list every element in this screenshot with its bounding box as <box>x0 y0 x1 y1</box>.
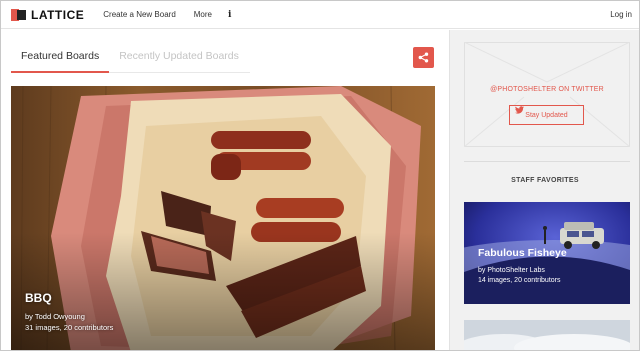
sidebar: @PHOTOSHELTER ON TWITTER Stay Updated ST… <box>449 30 639 350</box>
twitter-bird-icon <box>515 106 524 114</box>
create-board-link[interactable]: Create a New Board <box>103 10 175 19</box>
stay-updated-button[interactable]: Stay Updated <box>509 105 584 125</box>
board-title: BBQ <box>25 291 52 305</box>
tab-featured-boards[interactable]: Featured Boards <box>11 46 110 73</box>
top-nav: LATTICE Create a New Board More i Log in <box>1 1 639 29</box>
app-frame: LATTICE Create a New Board More i Log in… <box>0 0 640 351</box>
envelope-graphic <box>464 42 630 147</box>
brand-name: LATTICE <box>31 7 85 22</box>
clouds-photo <box>464 320 630 350</box>
favorite-stats: 14 images, 20 contributors <box>478 277 561 284</box>
staff-favorites-heading: STAFF FAVORITES <box>511 177 579 184</box>
featured-board-card[interactable]: BBQ by Todd Owyoung 31 images, 20 contri… <box>11 86 435 350</box>
share-icon <box>418 52 429 63</box>
tab-recently-updated-boards[interactable]: Recently Updated Boards <box>109 46 250 73</box>
more-menu-link[interactable]: More <box>194 10 212 19</box>
staff-favorite-card-2[interactable] <box>464 320 630 350</box>
lattice-logo-icon <box>11 8 26 21</box>
sidebar-divider <box>464 161 630 162</box>
board-tabs: Featured Boards Recently Updated Boards <box>11 46 250 73</box>
logo[interactable]: LATTICE <box>11 8 84 22</box>
twitter-widget: @PHOTOSHELTER ON TWITTER Stay Updated <box>464 42 630 147</box>
board-author[interactable]: by Todd Owyoung <box>25 312 85 321</box>
staff-favorite-card[interactable]: Fabulous Fisheye by PhotoShelter Labs 14… <box>464 202 630 304</box>
twitter-heading: @PHOTOSHELTER ON TWITTER <box>490 86 604 93</box>
favorite-title: Fabulous Fisheye <box>478 247 567 259</box>
board-stats: 31 images, 20 contributors <box>25 323 114 332</box>
stay-updated-label: Stay Updated <box>525 111 568 119</box>
favorite-author[interactable]: by PhotoShelter Labs <box>478 267 545 274</box>
info-icon[interactable]: i <box>228 10 231 20</box>
main-content: Featured Boards Recently Updated Boards <box>1 30 449 350</box>
share-button[interactable] <box>413 47 434 68</box>
login-link[interactable]: Log in <box>610 10 632 19</box>
